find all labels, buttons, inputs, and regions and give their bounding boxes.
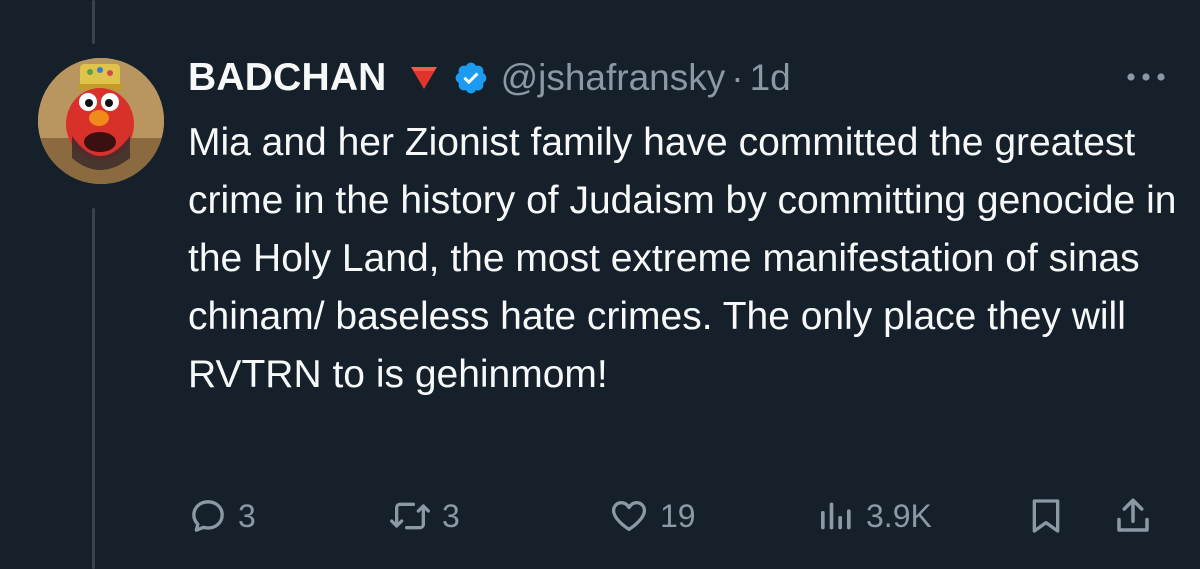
bookmark-icon xyxy=(1032,499,1060,533)
thread-line-top xyxy=(92,0,95,44)
heart-icon xyxy=(611,501,647,531)
share-icon xyxy=(1117,498,1149,532)
reply-button[interactable]: 3 xyxy=(188,488,256,544)
avatar[interactable] xyxy=(38,58,164,184)
repost-button[interactable]: 3 xyxy=(388,488,460,544)
verified-badge-icon xyxy=(453,60,489,96)
separator-dot: · xyxy=(731,57,744,98)
share-button[interactable] xyxy=(1112,488,1154,544)
thread-line-bottom xyxy=(92,208,95,569)
more-icon xyxy=(1127,73,1165,81)
views-count: 3.9K xyxy=(866,497,932,534)
repost-icon xyxy=(389,502,430,530)
bookmark-button[interactable] xyxy=(1026,488,1066,544)
tweet-timestamp[interactable]: 1d xyxy=(750,57,791,99)
reply-count: 3 xyxy=(238,497,256,534)
like-count: 19 xyxy=(660,497,696,534)
avatar-image xyxy=(38,58,164,184)
like-button[interactable]: 19 xyxy=(608,488,696,544)
red-triangle-down-icon xyxy=(409,65,439,91)
views-button[interactable]: 3.9K xyxy=(816,488,932,544)
tweet-actions: 3 3 19 3.9K xyxy=(188,488,1178,544)
user-handle[interactable]: @jshafransky xyxy=(501,57,726,99)
more-options-button[interactable] xyxy=(1122,62,1170,92)
tweet-header: BADCHAN @jshafransky · 1d xyxy=(188,50,791,106)
tweet-text: Mia and her Zionist family have committe… xyxy=(188,121,1177,396)
views-icon xyxy=(821,502,851,530)
reply-icon xyxy=(192,500,224,532)
repost-count: 3 xyxy=(442,497,460,534)
display-name[interactable]: BADCHAN xyxy=(188,56,387,100)
